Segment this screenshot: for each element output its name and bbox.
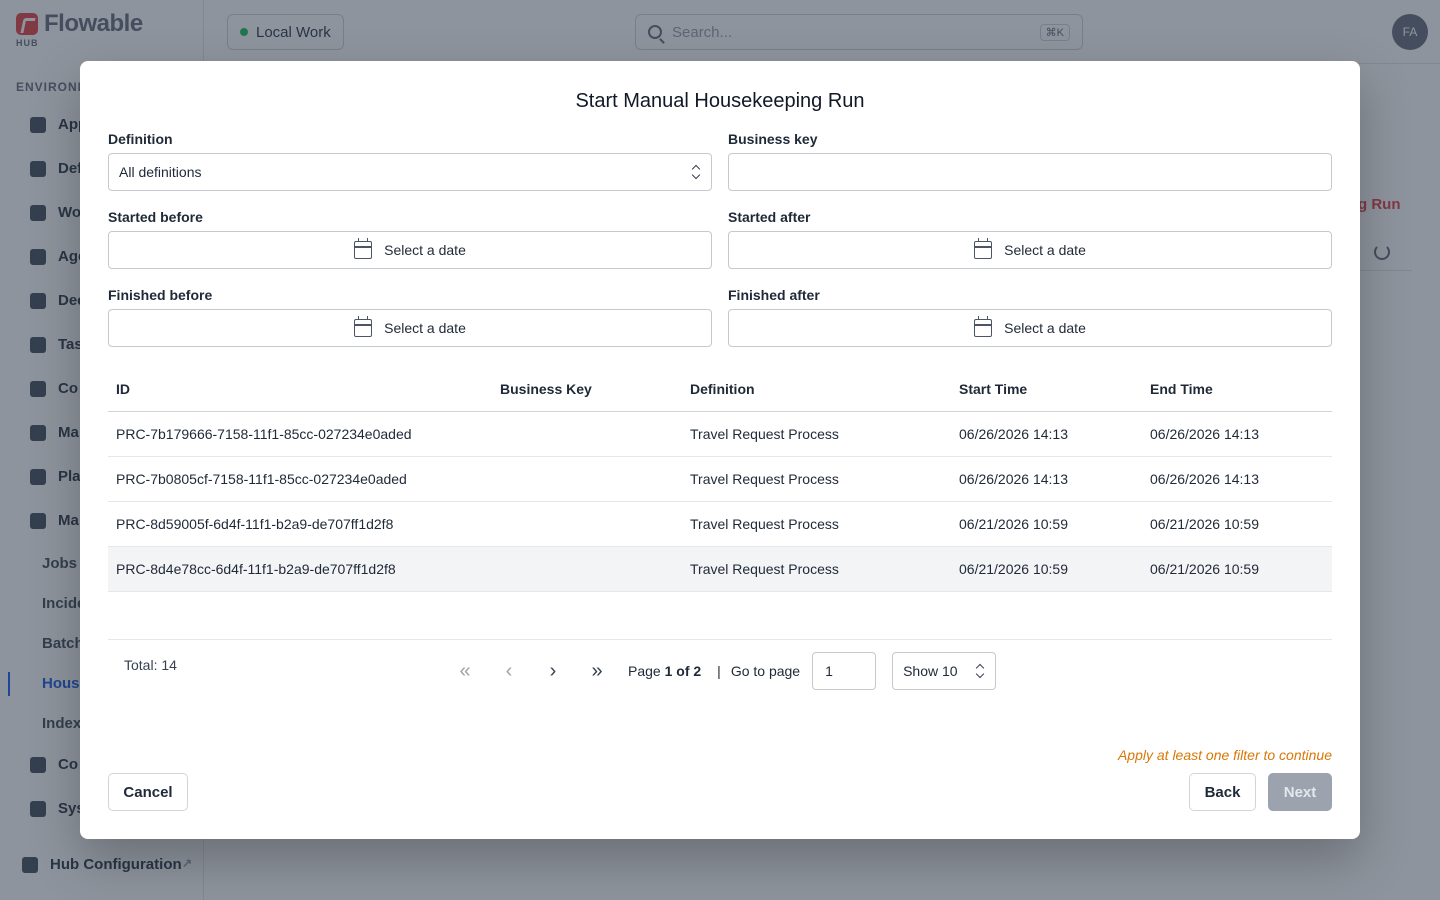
calendar-icon xyxy=(354,238,373,259)
started-before-label: Started before xyxy=(108,209,203,225)
finished-after-label: Finished after xyxy=(728,287,820,303)
filter-hint: Apply at least one filter to continue xyxy=(1117,747,1332,763)
finished-after-date-picker[interactable]: Select a date xyxy=(728,309,1332,347)
started-after-label: Started after xyxy=(728,209,811,225)
calendar-icon xyxy=(974,238,993,259)
column-header-business-key[interactable]: Business Key xyxy=(492,367,683,412)
table-header-row: ID Business Key Definition Start Time En… xyxy=(108,367,1332,412)
previous-page-icon[interactable]: ‹ xyxy=(496,658,522,684)
cell-end-time: 06/26/2026 14:13 xyxy=(1142,411,1332,457)
go-to-page-input[interactable]: 1 xyxy=(812,652,877,690)
business-key-input[interactable] xyxy=(728,153,1332,191)
cell-start-time: 06/26/2026 14:13 xyxy=(951,456,1142,502)
cell-start-time: 06/26/2026 14:13 xyxy=(951,411,1142,457)
cell-definition: Travel Request Process xyxy=(683,546,951,592)
started-after-date-picker[interactable]: Select a date xyxy=(728,231,1332,269)
definition-value: All definitions xyxy=(119,164,202,180)
column-header-end-time[interactable]: End Time xyxy=(1142,367,1332,412)
business-key-label: Business key xyxy=(728,131,818,147)
back-button[interactable]: Back xyxy=(1189,773,1256,811)
pagination-divider xyxy=(108,639,1332,640)
cell-business-key xyxy=(492,456,683,502)
page-indicator: Page 1 of 2 xyxy=(628,663,702,679)
definition-select[interactable]: All definitions xyxy=(108,153,712,191)
cell-id: PRC-7b179666-7158-11f1-85cc-027234e0aded xyxy=(108,411,492,457)
definition-label: Definition xyxy=(108,131,173,147)
column-header-start-time[interactable]: Start Time xyxy=(951,367,1142,412)
go-to-page-label: Go to page xyxy=(730,663,801,679)
cell-start-time: 06/21/2026 10:59 xyxy=(951,546,1142,592)
column-header-id[interactable]: ID xyxy=(108,367,492,412)
dialog-title: Start Manual Housekeeping Run xyxy=(575,90,865,112)
started-before-date-picker[interactable]: Select a date xyxy=(108,231,712,269)
finished-before-label: Finished before xyxy=(108,287,213,303)
calendar-icon xyxy=(354,316,373,337)
cancel-button[interactable]: Cancel xyxy=(108,773,188,811)
first-page-icon[interactable]: « xyxy=(452,658,478,684)
cell-definition: Travel Request Process xyxy=(683,456,951,502)
cell-business-key xyxy=(492,501,683,547)
cell-business-key xyxy=(492,546,683,592)
chevron-up-down-icon xyxy=(691,165,701,179)
cell-end-time: 06/21/2026 10:59 xyxy=(1142,501,1332,547)
cell-business-key xyxy=(492,411,683,457)
page-size-select[interactable]: Show 10 xyxy=(892,652,997,690)
table-row[interactable]: PRC-8d4e78cc-6d4f-11f1-b2a9-de707ff1d2f8… xyxy=(108,546,1332,592)
cell-end-time: 06/26/2026 14:13 xyxy=(1142,456,1332,502)
cell-id: PRC-7b0805cf-7158-11f1-85cc-027234e0aded xyxy=(108,456,492,502)
pagination-separator: | xyxy=(717,663,721,679)
housekeeping-run-dialog: Start Manual Housekeeping Run Definition… xyxy=(80,61,1360,839)
pagination: « ‹ › » Page 1 of 2 | Go to page 1 Show … xyxy=(452,652,997,690)
table-row[interactable]: PRC-8d59005f-6d4f-11f1-b2a9-de707ff1d2f8… xyxy=(108,501,1332,547)
process-instances-table: ID Business Key Definition Start Time En… xyxy=(108,367,1332,592)
table-row[interactable]: PRC-7b0805cf-7158-11f1-85cc-027234e0aded… xyxy=(108,456,1332,502)
cell-definition: Travel Request Process xyxy=(683,501,951,547)
next-button[interactable]: Next xyxy=(1268,773,1332,811)
finished-before-date-picker[interactable]: Select a date xyxy=(108,309,712,347)
cell-definition: Travel Request Process xyxy=(683,411,951,457)
cell-end-time: 06/21/2026 10:59 xyxy=(1142,546,1332,592)
chevron-up-down-icon xyxy=(975,664,985,678)
table-row[interactable]: PRC-7b179666-7158-11f1-85cc-027234e0aded… xyxy=(108,411,1332,457)
next-page-icon[interactable]: › xyxy=(540,658,566,684)
cell-start-time: 06/21/2026 10:59 xyxy=(951,501,1142,547)
cell-id: PRC-8d4e78cc-6d4f-11f1-b2a9-de707ff1d2f8 xyxy=(108,546,492,592)
calendar-icon xyxy=(974,316,993,337)
cell-id: PRC-8d59005f-6d4f-11f1-b2a9-de707ff1d2f8 xyxy=(108,501,492,547)
last-page-icon[interactable]: » xyxy=(584,658,610,684)
column-header-definition[interactable]: Definition xyxy=(683,367,951,412)
total-count: Total: 14 xyxy=(124,657,177,673)
